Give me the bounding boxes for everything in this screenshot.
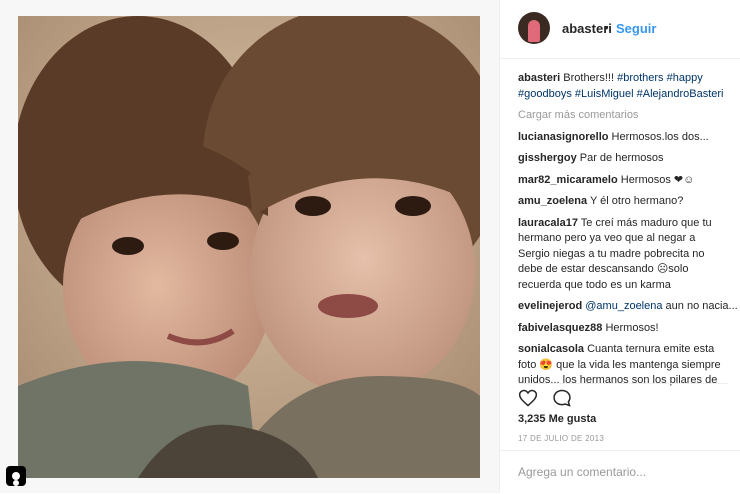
comment: sonialcasola Cuanta ternura emite esta f… (518, 342, 728, 389)
hashtag[interactable]: #LuisMiguel (575, 88, 634, 100)
comment-text: Y él otro hermano? (589, 195, 684, 207)
hashtag[interactable]: #goodboys (518, 88, 572, 100)
caption-username[interactable]: abasteri (518, 72, 560, 84)
post-header: abasteri • Seguir (500, 0, 740, 59)
comment: lucianasignorello Hermosos.los dos... (518, 130, 740, 146)
post-photo[interactable] (18, 16, 480, 478)
likes-count[interactable]: 3,235 Me gusta (518, 413, 596, 425)
comment: amu_zoelena Y él otro hermano? (518, 194, 740, 210)
header-separator: • (604, 20, 609, 35)
heart-icon[interactable] (518, 388, 538, 408)
comment-username[interactable]: lucianasignorello (518, 131, 608, 143)
comment: fabivelasquez88 Hermosos! (518, 321, 740, 337)
comment-list: abasteri Brothers!!! #brothers #happy #g… (518, 71, 740, 395)
comment-text: aun no nacia... (665, 300, 738, 312)
comment-username[interactable]: gisshergoy (518, 152, 577, 164)
profile-icon[interactable] (6, 466, 26, 486)
comment-text: Hermosos ❤☺ (620, 173, 695, 186)
comment-username[interactable]: evelinejerod (518, 300, 582, 312)
comment-mention[interactable]: @amu_zoelena (585, 300, 662, 312)
comment: gisshergoy Par de hermosos (518, 151, 740, 167)
comment: evelinejerod @amu_zoelena aun no nacia..… (518, 299, 740, 315)
hashtag[interactable]: #happy (667, 72, 703, 84)
follow-button[interactable]: Seguir (616, 21, 656, 36)
post-sidebar: abasteri • Seguir abasteri Brothers!!! #… (499, 0, 740, 493)
hashtag[interactable]: #brothers (617, 72, 663, 84)
action-bar (518, 383, 728, 410)
avatar[interactable] (518, 12, 550, 44)
comment-text: Hermosos! (605, 321, 659, 334)
add-comment-input[interactable] (518, 465, 723, 479)
comment-username[interactable]: mar82_micaramelo (518, 174, 618, 186)
photo-illustration (18, 16, 480, 478)
comment: lauracala17 Te creí más maduro que tu he… (518, 216, 728, 294)
comment-username[interactable]: fabivelasquez88 (518, 322, 602, 334)
comment-username[interactable]: lauracala17 (518, 217, 578, 229)
comment-text: Hermosos.los dos... (611, 130, 709, 143)
comment: mar82_micaramelo Hermosos ❤☺ (518, 173, 740, 189)
hashtag[interactable]: #AlejandroBasteri (637, 88, 724, 100)
post-date: 17 DE JULIO DE 2013 (518, 434, 605, 443)
comment-username[interactable]: amu_zoelena (518, 195, 587, 207)
comment-username[interactable]: sonialcasola (518, 343, 584, 355)
caption-text: Brothers!!! (563, 72, 615, 84)
comment-icon[interactable] (552, 388, 572, 408)
photo-pane (0, 0, 499, 493)
caption: abasteri Brothers!!! #brothers #happy #g… (518, 71, 728, 102)
add-comment-bar (500, 450, 740, 494)
comment-text: Par de hermosos (579, 152, 664, 164)
load-more-comments[interactable]: Cargar más comentarios (518, 108, 740, 124)
